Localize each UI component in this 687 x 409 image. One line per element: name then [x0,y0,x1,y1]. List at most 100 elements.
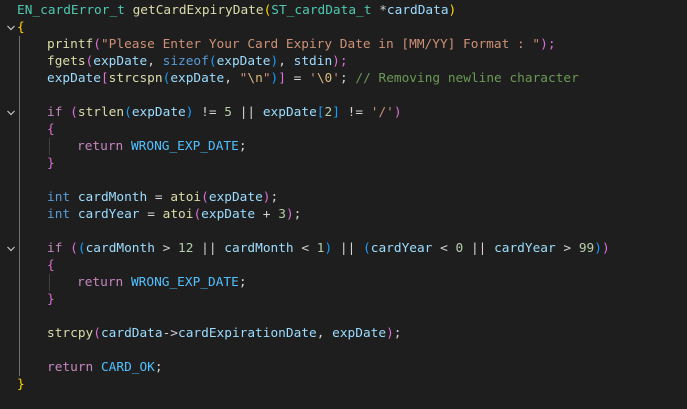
code-token: '/' [370,105,394,120]
indent-guide [49,274,50,291]
code-token: strcspn [108,71,163,86]
code-token: || [232,105,263,120]
code-token: expDate [216,54,271,69]
code-token: != [193,105,225,120]
code-token: ) [386,326,394,341]
code-token: cardExpirationDate [178,326,317,341]
code-line[interactable]: fgets(expDate, sizeof(expDate), stdin); [47,53,348,70]
code-token: getCardExpiryDate [132,3,264,18]
code-token: return [77,275,124,290]
code-token: > [555,241,579,256]
code-token: } [47,292,55,307]
code-token: if [47,105,63,120]
fold-chevron-icon[interactable] [6,23,16,33]
code-token: ] [278,71,286,86]
code-token: 99 [578,241,595,256]
code-token: ' [309,71,317,86]
code-token: " [262,71,271,86]
code-line[interactable]: } [17,376,25,393]
code-token: atoi [162,207,194,222]
code-token: 12 [178,241,194,256]
code-token: [ [316,105,325,120]
code-token: return [77,139,124,154]
code-line[interactable]: EN_cardError_t getCardExpiryDate(ST_card… [17,2,456,19]
code-token: if [47,241,63,256]
code-token: , [316,326,333,341]
code-token: return [47,360,94,375]
code-token: ' [332,71,340,86]
code-token: expDate [332,326,387,341]
code-token: ( [201,190,209,205]
code-token: ( [70,241,78,256]
code-token: , [224,71,240,86]
code-token: + [255,207,279,222]
code-line[interactable]: { [17,19,25,36]
code-token: ) [285,207,294,222]
code-token: = [285,71,310,86]
code-token: -> [162,326,179,341]
code-line[interactable]: return WRONG_EXP_DATE; [77,138,247,155]
code-token: 3 [278,207,286,222]
code-line[interactable]: expDate[strcspn(expDate, "\n")] = '\0'; … [47,70,579,87]
code-token: ) [262,190,271,205]
code-token: || [193,241,225,256]
code-line[interactable]: if (strlen(expDate) != 5 || expDate[2] !… [47,104,402,121]
code-token: ) [393,105,402,120]
fold-chevron-icon[interactable] [6,244,16,254]
code-token: [ [100,71,109,86]
code-token: EN_cardError_t [17,3,125,18]
code-token: ( [70,105,78,120]
code-token: { [47,122,55,137]
code-token: "Please Enter Your Card Expiry Date in [… [100,37,541,52]
code-token: int [47,207,71,222]
code-token: * [379,3,387,18]
code-token: ( [363,241,371,256]
code-line[interactable]: { [47,121,55,138]
code-editor[interactable]: EN_cardError_t getCardExpiryDate ( ST_card… [0,0,687,409]
code-token: cardData [100,326,163,341]
code-line[interactable]: return WRONG_EXP_DATE; [77,274,247,291]
code-token: , [278,54,294,69]
code-token: ; [339,71,356,86]
code-token: || [463,241,495,256]
code-token: cardData [386,3,449,18]
code-line[interactable]: strcpy(cardData->cardExpirationDate, exp… [47,325,402,342]
code-line[interactable]: } [47,291,55,308]
code-line[interactable]: int cardMonth = atoi(expDate); [47,189,278,206]
code-token: ) [448,3,457,18]
code-token: ST_cardData_t [271,3,372,18]
code-token: cardMonth [85,241,155,256]
code-token: ; [270,190,279,205]
code-token: ; [238,275,247,290]
code-token: ; [238,139,247,154]
code-line[interactable]: if ((cardMonth > 12 || cardMonth < 1) ||… [47,240,610,257]
code-token: ( [124,105,132,120]
fold-chevron-icon[interactable] [6,108,16,118]
code-line[interactable]: { [47,257,55,274]
code-line[interactable]: } [47,155,55,172]
code-token: expDate [201,207,256,222]
code-token: cardYear [77,207,140,222]
code-token: cardMonth [224,241,294,256]
code-token: strlen [77,105,125,120]
code-token: ; [154,360,163,375]
code-token: ] [332,105,340,120]
code-token: } [17,377,25,392]
code-token: expDate [93,54,148,69]
code-line[interactable]: int cardYear = atoi(expDate + 3); [47,206,301,223]
code-token: atoi [170,190,202,205]
code-line[interactable]: return CARD_OK; [47,359,163,376]
indent-guide [49,138,50,155]
code-token: CARD_OK [100,360,155,375]
code-token: { [47,258,55,273]
code-token: < [432,241,456,256]
code-token: WRONG_EXP_DATE [130,139,239,154]
code-line[interactable]: printf("Please Enter Your Card Expiry Da… [47,36,556,53]
code-token: sizeof [162,54,209,69]
code-token: ( [93,37,101,52]
code-token: fgets [47,54,86,69]
